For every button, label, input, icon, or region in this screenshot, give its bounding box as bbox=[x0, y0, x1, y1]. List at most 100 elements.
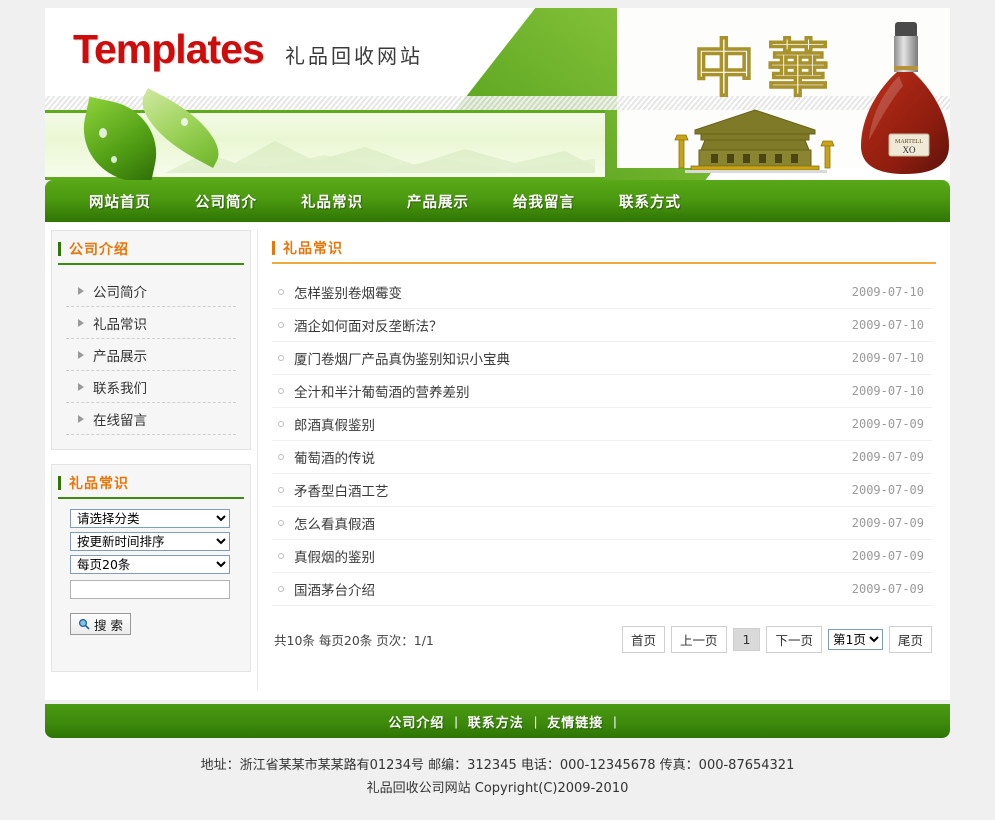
sidebar-item-label: 礼品常识 bbox=[93, 316, 147, 333]
main-content-header: 礼品常识 bbox=[272, 234, 936, 264]
sidebar-item-products[interactable]: 产品展示 bbox=[66, 339, 236, 371]
sort-select-row: 按更新时间排序 bbox=[70, 532, 250, 551]
next-page-button[interactable]: 下一页 bbox=[766, 626, 822, 653]
content-area: 公司介绍 公司简介 礼品常识 产品展示 联系我们 在线留言 礼品常识 请选择分类… bbox=[45, 222, 950, 700]
triangle-right-icon bbox=[78, 382, 84, 391]
site-logo-subtitle: 礼品回收网站 bbox=[285, 44, 423, 68]
sidebar-panel-search: 礼品常识 请选择分类 按更新时间排序 每页20条 搜 索 bbox=[51, 464, 251, 672]
article-date: 2009-07-09 bbox=[851, 417, 924, 431]
site-logo-title[interactable]: Templates bbox=[73, 26, 265, 73]
list-item[interactable]: 葡萄酒的传说 2009-07-09 bbox=[272, 441, 932, 474]
prev-page-button[interactable]: 上一页 bbox=[671, 626, 727, 653]
panel-marker-icon bbox=[58, 476, 61, 490]
list-item[interactable]: 怎么看真假酒 2009-07-09 bbox=[272, 507, 932, 540]
sidebar-panel-company-body: 公司简介 礼品常识 产品展示 联系我们 在线留言 bbox=[52, 265, 250, 449]
sidebar-item-label: 产品展示 bbox=[93, 348, 147, 365]
zhonghua-calligraphy: 中華 bbox=[692, 31, 842, 106]
circle-bullet-icon bbox=[278, 421, 284, 427]
sidebar-panel-company-title: 公司介绍 bbox=[69, 242, 129, 258]
page-title: 礼品常识 bbox=[283, 241, 343, 257]
nav-item-about[interactable]: 公司简介 bbox=[173, 191, 279, 212]
triangle-right-icon bbox=[78, 286, 84, 295]
list-item[interactable]: 真假烟的鉴别 2009-07-09 bbox=[272, 540, 932, 573]
article-title[interactable]: 葡萄酒的传说 bbox=[294, 447, 852, 467]
footer-link-friendlinks[interactable]: 友情链接 bbox=[537, 712, 613, 731]
article-title[interactable]: 郎酒真假鉴别 bbox=[294, 414, 852, 434]
article-title[interactable]: 矛香型白酒工艺 bbox=[294, 480, 852, 500]
mountain-silhouette-icon bbox=[165, 141, 595, 173]
content-marker-icon bbox=[272, 241, 275, 255]
article-date: 2009-07-09 bbox=[851, 549, 924, 563]
sidebar-panel-search-body: 请选择分类 按更新时间排序 每页20条 搜 索 bbox=[52, 499, 250, 649]
keyword-input-row bbox=[70, 580, 250, 599]
search-button[interactable]: 搜 索 bbox=[70, 613, 131, 635]
sidebar-panel-company-header: 公司介绍 bbox=[58, 235, 244, 265]
circle-bullet-icon bbox=[278, 553, 284, 559]
sidebar-panel-search-title: 礼品常识 bbox=[69, 476, 129, 492]
category-select[interactable]: 请选择分类 bbox=[70, 509, 230, 528]
current-page-button[interactable]: 1 bbox=[732, 628, 761, 651]
circle-bullet-icon bbox=[278, 355, 284, 361]
article-date: 2009-07-10 bbox=[851, 285, 924, 299]
article-list: 怎样鉴别卷烟霉变 2009-07-10 酒企如何面对反垄断法？ 2009-07-… bbox=[272, 276, 932, 606]
nav-item-contact[interactable]: 联系方式 bbox=[597, 191, 703, 212]
footer-link-contact[interactable]: 联系方法 bbox=[458, 712, 534, 731]
article-title[interactable]: 怎样鉴别卷烟霉变 bbox=[294, 282, 852, 302]
sidebar-item-label: 公司简介 bbox=[93, 284, 147, 301]
perpage-select[interactable]: 每页20条 bbox=[70, 555, 230, 574]
nav-item-knowledge[interactable]: 礼品常识 bbox=[279, 191, 385, 212]
sidebar-item-message[interactable]: 在线留言 bbox=[66, 403, 236, 435]
circle-bullet-icon bbox=[278, 520, 284, 526]
page-jump-select[interactable]: 第1页 bbox=[827, 629, 883, 650]
main-content: 礼品常识 怎样鉴别卷烟霉变 2009-07-10 酒企如何面对反垄断法？ 200… bbox=[257, 230, 950, 690]
sidebar-item-label: 联系我们 bbox=[93, 380, 147, 397]
footer-link-about[interactable]: 公司介绍 bbox=[378, 712, 454, 731]
nav-item-home[interactable]: 网站首页 bbox=[67, 191, 173, 212]
article-title[interactable]: 国酒茅台介绍 bbox=[294, 579, 852, 599]
main-navigation: 网站首页 公司简介 礼品常识 产品展示 给我留言 联系方式 bbox=[45, 180, 950, 222]
circle-bullet-icon bbox=[278, 322, 284, 328]
sidebar-item-about[interactable]: 公司简介 bbox=[66, 275, 236, 307]
triangle-right-icon bbox=[78, 318, 84, 327]
article-title[interactable]: 真假烟的鉴别 bbox=[294, 546, 852, 566]
tiananmen-gate-icon bbox=[674, 109, 835, 173]
last-page-button[interactable]: 尾页 bbox=[888, 626, 932, 653]
triangle-right-icon bbox=[78, 350, 84, 359]
nav-item-products[interactable]: 产品展示 bbox=[385, 191, 491, 212]
article-title[interactable]: 厦门卷烟厂产品真伪鉴别知识小宝典 bbox=[294, 348, 852, 368]
list-item[interactable]: 怎样鉴别卷烟霉变 2009-07-10 bbox=[272, 276, 932, 309]
article-date: 2009-07-09 bbox=[851, 582, 924, 596]
article-date: 2009-07-10 bbox=[851, 351, 924, 365]
search-input[interactable] bbox=[70, 580, 230, 599]
water-droplet-icon bbox=[181, 118, 188, 126]
footer-address: 地址：浙江省某某市某某路有01234号 邮编：312345 电话：000-123… bbox=[200, 758, 795, 773]
list-item[interactable]: 酒企如何面对反垄断法？ 2009-07-10 bbox=[272, 309, 932, 342]
triangle-right-icon bbox=[78, 414, 84, 423]
footer-copyright: 礼品回收公司网站 Copyright(C)2009-2010 bbox=[366, 781, 629, 796]
pagination: 共10条 每页20条 页次：1/1 首页 上一页 1 下一页 第1页 尾页 bbox=[274, 626, 932, 653]
sort-select[interactable]: 按更新时间排序 bbox=[70, 532, 230, 551]
article-title[interactable]: 怎么看真假酒 bbox=[294, 513, 852, 533]
perpage-select-row: 每页20条 bbox=[70, 555, 250, 574]
list-item[interactable]: 厦门卷烟厂产品真伪鉴别知识小宝典 2009-07-10 bbox=[272, 342, 932, 375]
first-page-button[interactable]: 首页 bbox=[621, 626, 665, 653]
panel-marker-icon bbox=[58, 242, 61, 256]
article-title[interactable]: 酒企如何面对反垄断法？ bbox=[294, 315, 852, 335]
circle-bullet-icon bbox=[278, 454, 284, 460]
sidebar: 公司介绍 公司简介 礼品常识 产品展示 联系我们 在线留言 礼品常识 请选择分类… bbox=[45, 230, 257, 690]
page-root: Templates 礼品回收网站 中華 MARTELL XO 网站首页 公司简介… bbox=[0, 8, 995, 800]
article-date: 2009-07-10 bbox=[851, 384, 924, 398]
nav-item-message[interactable]: 给我留言 bbox=[491, 191, 597, 212]
circle-bullet-icon bbox=[278, 388, 284, 394]
sidebar-item-knowledge[interactable]: 礼品常识 bbox=[66, 307, 236, 339]
pagination-buttons: 首页 上一页 1 下一页 第1页 尾页 bbox=[621, 626, 932, 653]
article-title[interactable]: 全汁和半汁葡萄酒的营养差别 bbox=[294, 381, 852, 401]
list-item[interactable]: 郎酒真假鉴别 2009-07-09 bbox=[272, 408, 932, 441]
sidebar-item-contact[interactable]: 联系我们 bbox=[66, 371, 236, 403]
footer-info: 地址：浙江省某某市某某路有01234号 邮编：312345 电话：000-123… bbox=[0, 754, 995, 800]
list-item[interactable]: 国酒茅台介绍 2009-07-09 bbox=[272, 573, 932, 606]
footer-separator: | bbox=[613, 713, 617, 729]
category-select-row: 请选择分类 bbox=[70, 509, 250, 528]
list-item[interactable]: 全汁和半汁葡萄酒的营养差别 2009-07-10 bbox=[272, 375, 932, 408]
list-item[interactable]: 矛香型白酒工艺 2009-07-09 bbox=[272, 474, 932, 507]
